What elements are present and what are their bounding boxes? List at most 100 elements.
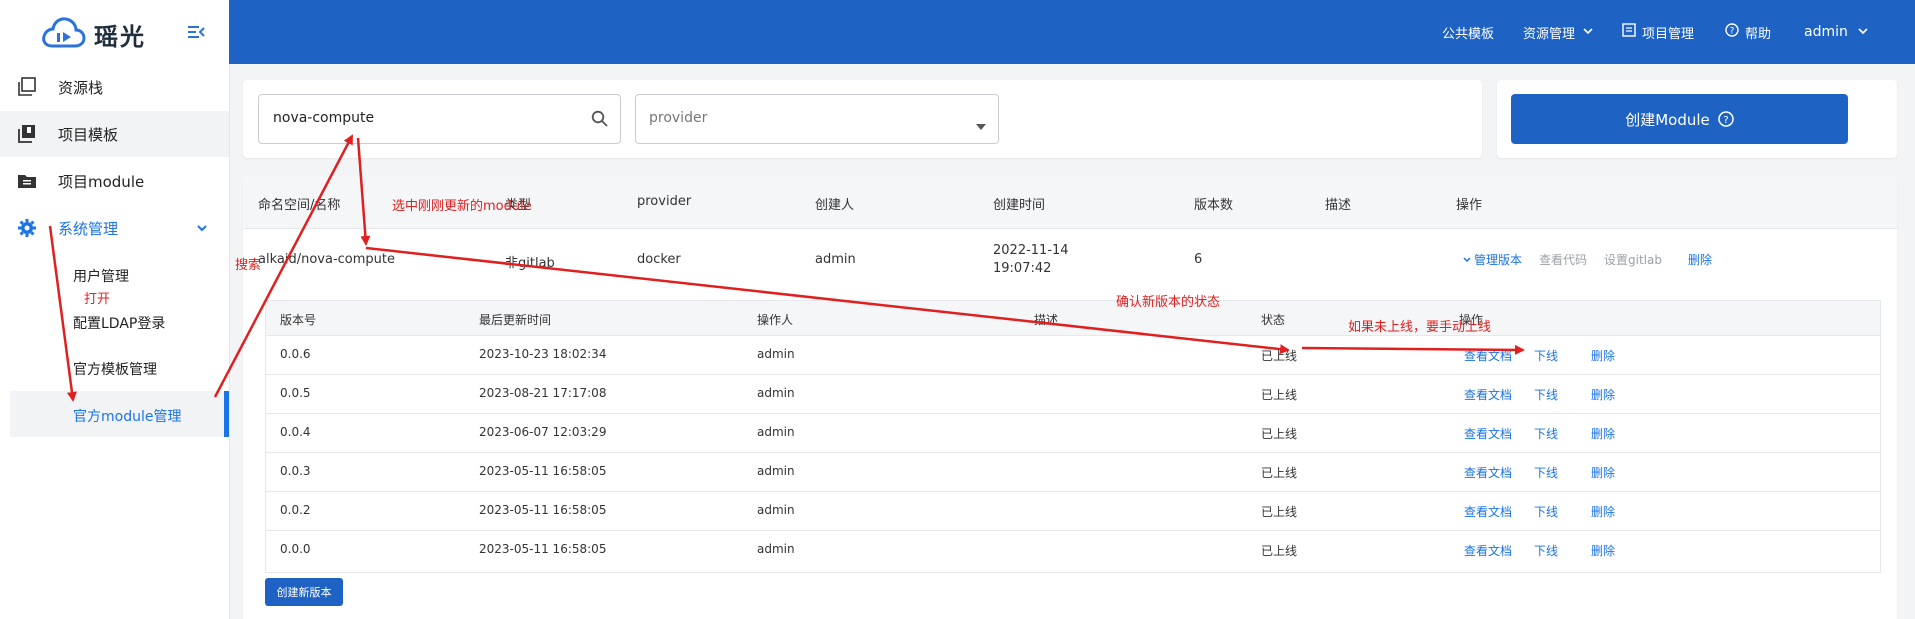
column-header: 最后更新时间	[479, 313, 552, 327]
version-status: 已上线	[1261, 388, 1298, 402]
offline-link[interactable]: 下线	[1534, 347, 1558, 364]
delete-version-link[interactable]: 删除	[1591, 503, 1615, 520]
delete-module-link[interactable]: 删除	[1688, 251, 1712, 268]
sidebar-subitem-ldap[interactable]: 配置LDAP登录	[73, 313, 165, 333]
svg-text:?: ?	[1723, 115, 1728, 126]
version-operator: admin	[757, 464, 795, 478]
sidebar-item-label: 系统管理	[58, 219, 119, 238]
sidebar-item-modules[interactable]: 项目module	[0, 158, 229, 204]
version-updated: 2023-10-23 18:02:34	[479, 347, 607, 361]
username: admin	[1804, 24, 1848, 40]
provider-select[interactable]: provider	[635, 94, 999, 144]
view-docs-link[interactable]: 查看文档	[1464, 503, 1512, 520]
create-module-label: 创建Module	[1625, 110, 1710, 129]
version-operator: admin	[757, 425, 795, 439]
folder-icon	[16, 170, 38, 192]
version-number: 0.0.2	[280, 503, 311, 517]
delete-version-link[interactable]: 删除	[1591, 464, 1615, 481]
version-status: 已上线	[1261, 349, 1298, 363]
brand-logo[interactable]: 瑶光	[40, 14, 146, 54]
sidebar-subitem-official-modules[interactable]: 官方module管理	[73, 406, 181, 426]
annotation-search: 搜索	[235, 258, 262, 273]
column-header: 创建人	[815, 198, 855, 213]
column-header: 命名空间/名称	[258, 198, 341, 213]
offline-link[interactable]: 下线	[1534, 386, 1558, 403]
version-number: 0.0.4	[280, 425, 311, 439]
create-version-button[interactable]: 创建新版本	[265, 578, 343, 606]
column-header: 操作	[1456, 198, 1483, 213]
annotation-select: 选中刚刚更新的module	[392, 199, 532, 214]
view-docs-link[interactable]: 查看文档	[1464, 386, 1512, 403]
nav-label: 项目管理	[1642, 26, 1695, 42]
module-created-time: 19:07:42	[993, 261, 1052, 276]
version-status: 已上线	[1261, 505, 1298, 519]
delete-version-link[interactable]: 删除	[1591, 425, 1615, 442]
version-updated: 2023-05-11 16:58:05	[479, 464, 607, 478]
sidebar-subitem-official-templates[interactable]: 官方模板管理	[73, 359, 157, 379]
version-operator: admin	[757, 386, 795, 400]
module-type: 非gitlab	[505, 256, 555, 271]
offline-link[interactable]: 下线	[1534, 464, 1558, 481]
nav-label: 帮助	[1745, 26, 1772, 42]
version-updated: 2023-06-07 12:03:29	[479, 425, 607, 439]
module-version-count: 6	[1194, 252, 1203, 267]
nav-public-templates[interactable]: 公共模板	[1442, 0, 1494, 64]
version-updated: 2023-05-11 16:58:05	[479, 542, 607, 556]
version-row: 0.0.4 2023-06-07 12:03:29 admin 已上线 查看文档…	[266, 413, 1880, 453]
chevron-down-icon	[1463, 256, 1471, 264]
provider-placeholder: provider	[649, 110, 708, 126]
annotation-confirm: 确认新版本的状态	[1116, 295, 1221, 310]
nav-user-menu[interactable]: admin	[1804, 0, 1874, 64]
set-gitlab-link[interactable]: 设置gitlab	[1604, 251, 1662, 268]
module-name[interactable]: alkaid/nova-compute	[258, 252, 395, 267]
sidebar-item-label: 项目模板	[58, 125, 119, 144]
version-status: 已上线	[1261, 427, 1298, 441]
svg-text:?: ?	[1730, 27, 1735, 37]
search-icon[interactable]	[591, 110, 608, 131]
search-input[interactable]	[271, 109, 575, 127]
help-icon: ?	[1725, 23, 1745, 41]
view-docs-link[interactable]: 查看文档	[1464, 425, 1512, 442]
nav-project-management[interactable]: 项目管理	[1622, 0, 1694, 64]
view-docs-link[interactable]: 查看文档	[1464, 347, 1512, 364]
column-header: 描述	[1325, 198, 1352, 213]
version-operator: admin	[757, 503, 795, 517]
collapse-menu-icon[interactable]	[186, 22, 206, 42]
offline-link[interactable]: 下线	[1534, 503, 1558, 520]
column-header: 版本数	[1194, 198, 1234, 213]
search-field[interactable]	[258, 94, 621, 144]
sidebar-item-stacks[interactable]: 资源栈	[0, 64, 229, 110]
module-created-date: 2022-11-14	[993, 243, 1069, 258]
sidebar-subitem-users[interactable]: 用户管理	[73, 266, 129, 286]
delete-version-link[interactable]: 删除	[1591, 347, 1615, 364]
module-creator: admin	[815, 252, 856, 267]
module-provider: docker	[637, 252, 681, 267]
offline-link[interactable]: 下线	[1534, 425, 1558, 442]
version-row: 0.0.6 2023-10-23 18:02:34 admin 已上线 查看文档…	[266, 335, 1880, 375]
offline-link[interactable]: 下线	[1534, 542, 1558, 559]
view-docs-link[interactable]: 查看文档	[1464, 464, 1512, 481]
version-status: 已上线	[1261, 466, 1298, 480]
version-row: 0.0.5 2023-08-21 17:17:08 admin 已上线 查看文档…	[266, 374, 1880, 414]
nav-label: 资源管理	[1523, 26, 1576, 42]
delete-version-link[interactable]: 删除	[1591, 386, 1615, 403]
active-item-indicator	[224, 391, 229, 437]
annotation-manual: 如果未上线，要手动上线	[1348, 320, 1492, 335]
sidebar-item-system[interactable]: 系统管理	[0, 205, 229, 251]
view-docs-link[interactable]: 查看文档	[1464, 542, 1512, 559]
view-code-link[interactable]: 查看代码	[1539, 251, 1587, 268]
manage-versions-label: 管理版本	[1474, 253, 1523, 267]
sidebar-item-templates[interactable]: 项目模板	[0, 111, 229, 157]
version-number: 0.0.6	[280, 347, 311, 361]
nav-help[interactable]: ? 帮助	[1725, 0, 1771, 64]
version-operator: admin	[757, 542, 795, 556]
column-header: 创建时间	[993, 198, 1046, 213]
version-number: 0.0.3	[280, 464, 311, 478]
nav-resource-management[interactable]: 资源管理	[1523, 0, 1599, 64]
delete-version-link[interactable]: 删除	[1591, 542, 1615, 559]
stack-icon	[16, 76, 38, 98]
create-module-button[interactable]: 创建Module ?	[1511, 94, 1848, 144]
manage-versions-link[interactable]: 管理版本	[1463, 251, 1522, 268]
version-operator: admin	[757, 347, 795, 361]
list-icon	[1622, 23, 1642, 41]
